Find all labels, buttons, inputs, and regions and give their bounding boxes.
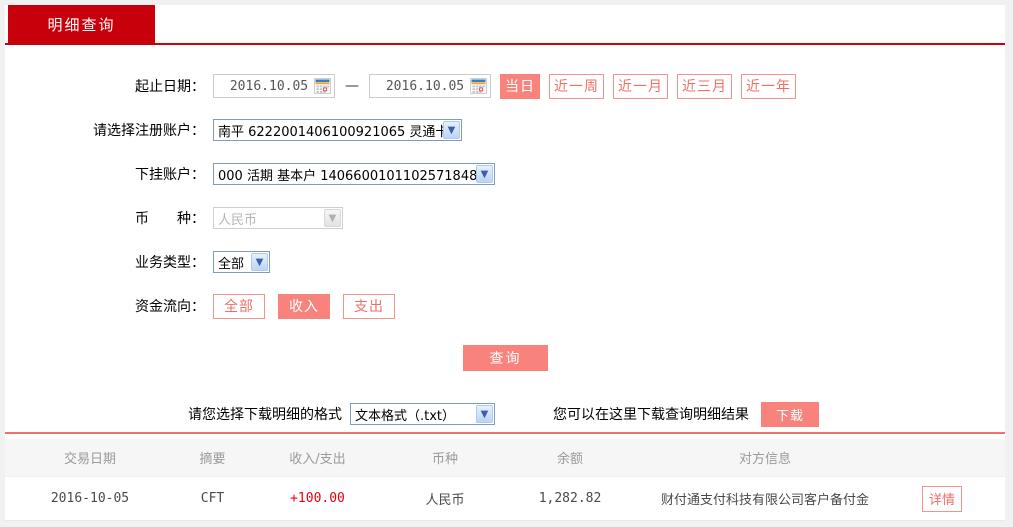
currency-value: 人民币 xyxy=(218,212,258,228)
currency-row: 币 种： 人民币 ▼ xyxy=(5,205,1005,231)
download-hint: 您可以在这里下载查询明细结果 xyxy=(553,407,749,423)
quick-range-week-button[interactable]: 近一周 xyxy=(549,73,604,99)
end-date-input[interactable]: 2016.10.05 xyxy=(369,74,491,98)
cell-currency: 人民币 xyxy=(425,493,465,508)
chevron-down-icon: ▼ xyxy=(443,121,460,139)
chevron-down-icon: ▼ xyxy=(324,209,341,227)
start-date-input[interactable]: 2016.10.05 xyxy=(213,74,335,98)
quick-range-today-button[interactable]: 当日 xyxy=(500,73,540,99)
fund-flow-row: 资金流向： 全部 收入 支出 xyxy=(5,293,1005,319)
download-format-label: 请您选择下载明细的格式 xyxy=(188,407,342,423)
query-button[interactable]: 查询 xyxy=(463,345,548,371)
detail-button[interactable]: 详情 xyxy=(922,485,962,512)
query-button-row: 查询 xyxy=(5,345,1005,371)
register-account-label: 请选择注册账户： xyxy=(93,123,205,139)
end-date-value: 2016.10.05 xyxy=(385,78,465,94)
register-account-select[interactable]: 南平 6222001406100921065 灵通卡 ▼ xyxy=(213,119,462,141)
header-in-out: 收入/支出 xyxy=(289,452,346,467)
header-summary: 摘要 xyxy=(199,452,226,467)
date-separator: — xyxy=(345,78,359,94)
chevron-down-icon: ▼ xyxy=(251,253,268,271)
start-date-value: 2016.10.05 xyxy=(229,78,309,94)
cell-summary: CFT xyxy=(200,491,225,506)
business-type-row: 业务类型： 全部 ▼ xyxy=(5,249,1005,275)
register-account-value: 南平 6222001406100921065 灵通卡 xyxy=(218,124,443,140)
date-range-row: 起止日期： 2016.10.05 — 2016.10.05 当日 近一周 近一月… xyxy=(5,73,1005,99)
chevron-down-icon: ▼ xyxy=(476,165,493,183)
tab-label: 明细查询 xyxy=(47,15,116,34)
fund-flow-all-button[interactable]: 全部 xyxy=(213,293,265,319)
download-format-select[interactable]: 文本格式（.txt） ▼ xyxy=(350,403,495,425)
currency-label: 币 种： xyxy=(135,211,205,227)
cell-amount: +100.00 xyxy=(290,491,345,506)
download-row: 请您选择下载明细的格式 文本格式（.txt） ▼ 您可以在这里下载查询明细结果 … xyxy=(5,401,1005,427)
table-row: 2016-10-05 CFT +100.00 人民币 1,282.82 财付通支… xyxy=(5,477,1005,521)
sub-account-row: 下挂账户： 000 活期 基本户 1406600101102571848 ▼ xyxy=(5,161,1005,187)
sub-account-label: 下挂账户： xyxy=(135,167,205,183)
table-header-row: 交易日期 摘要 收入/支出 币种 余额 对方信息 xyxy=(5,439,1005,477)
chevron-down-icon: ▼ xyxy=(476,405,493,423)
date-range-label: 起止日期： xyxy=(135,79,205,95)
business-type-select[interactable]: 全部 ▼ xyxy=(213,251,270,273)
header-balance: 余额 xyxy=(556,452,583,467)
sub-account-select[interactable]: 000 活期 基本户 1406600101102571848 ▼ xyxy=(213,163,495,185)
business-type-value: 全部 xyxy=(218,256,245,272)
cell-date: 2016-10-05 xyxy=(50,491,130,506)
calendar-icon[interactable] xyxy=(314,78,331,94)
quick-range-year-button[interactable]: 近一年 xyxy=(741,73,796,99)
header-currency: 币种 xyxy=(431,452,458,467)
cell-counterparty: 财付通支付科技有限公司客户备付金 xyxy=(660,493,869,508)
business-type-label: 业务类型： xyxy=(135,255,205,271)
main-panel: 明细查询 起止日期： 2016.10.05 — 2016.10.05 当日 近一… xyxy=(5,5,1005,521)
download-format-value: 文本格式（.txt） xyxy=(355,408,456,424)
tab-detail-query[interactable]: 明细查询 xyxy=(8,5,155,43)
quick-range-3months-button[interactable]: 近三月 xyxy=(677,73,732,99)
query-form: 起止日期： 2016.10.05 — 2016.10.05 当日 近一周 近一月… xyxy=(5,45,1005,427)
header-counterparty: 对方信息 xyxy=(738,452,791,467)
fund-flow-income-button[interactable]: 收入 xyxy=(278,293,330,319)
tab-bar: 明细查询 xyxy=(5,5,1005,43)
download-button[interactable]: 下载 xyxy=(761,401,819,427)
sub-account-value: 000 活期 基本户 1406600101102571848 xyxy=(218,168,476,184)
currency-select: 人民币 ▼ xyxy=(213,207,343,229)
results-table: 交易日期 摘要 收入/支出 币种 余额 对方信息 2016-10-05 CFT … xyxy=(5,439,1005,521)
fund-flow-expense-button[interactable]: 支出 xyxy=(343,293,395,319)
fund-flow-label: 资金流向： xyxy=(135,299,205,315)
cell-balance: 1,282.82 xyxy=(538,491,602,506)
quick-range-month-button[interactable]: 近一月 xyxy=(613,73,668,99)
header-date: 交易日期 xyxy=(63,452,116,467)
register-account-row: 请选择注册账户： 南平 6222001406100921065 灵通卡 ▼ xyxy=(5,117,1005,143)
table-top-divider xyxy=(5,432,1005,434)
calendar-icon[interactable] xyxy=(470,78,487,94)
